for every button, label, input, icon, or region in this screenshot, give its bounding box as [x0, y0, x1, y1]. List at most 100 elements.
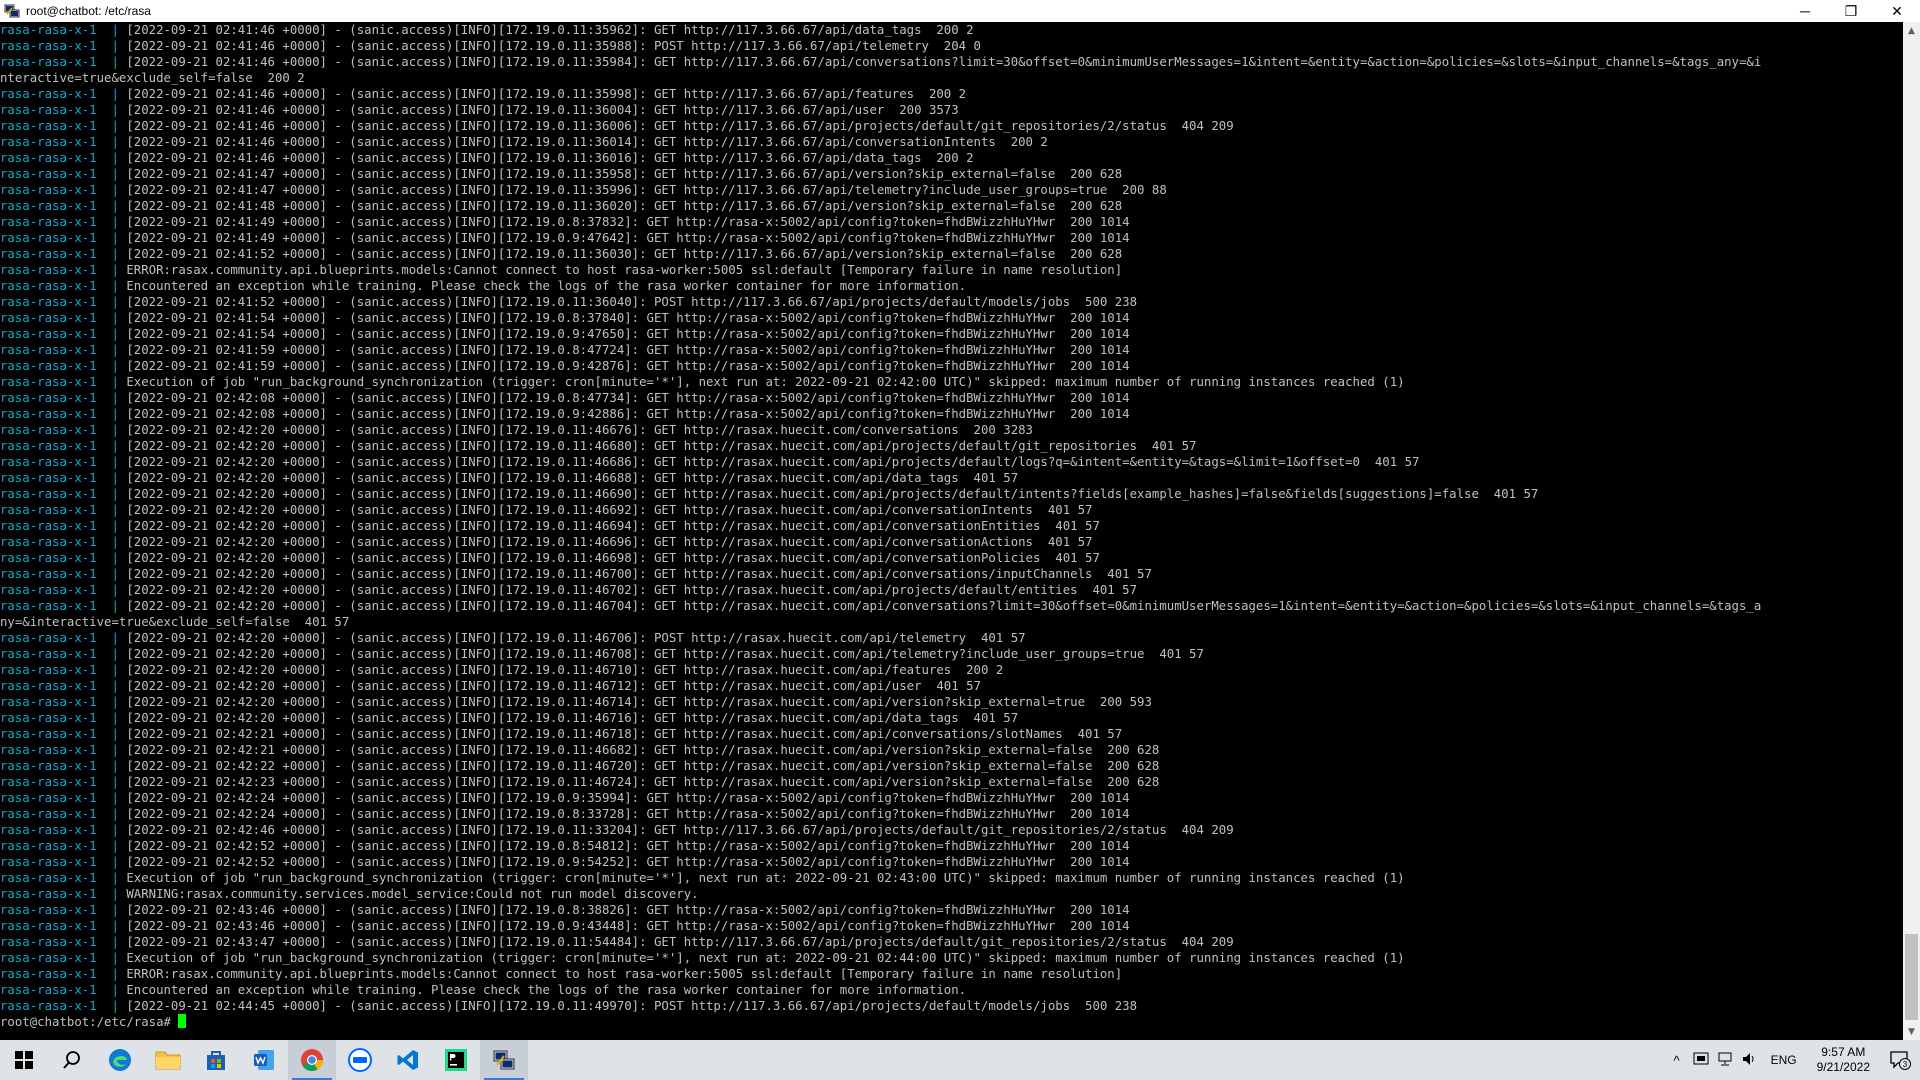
log-text: [2022-09-21 02:44:45 +0000] - (sanic.acc… — [118, 999, 1138, 1013]
log-text: [2022-09-21 02:42:20 +0000] - (sanic.acc… — [118, 503, 1093, 517]
show-hidden-icons-chevron-icon[interactable]: ^ — [1665, 1053, 1689, 1068]
log-line: rasa-rasa-x-1 | [2022-09-21 02:41:46 +00… — [0, 150, 1903, 166]
input-language[interactable]: ENG — [1771, 1053, 1797, 1067]
pycharm-taskbar-button[interactable] — [432, 1040, 480, 1080]
service-prefix: rasa-rasa-x-1 | — [0, 119, 119, 133]
service-prefix: rasa-rasa-x-1 | — [0, 279, 119, 293]
log-text: [2022-09-21 02:42:20 +0000] - (sanic.acc… — [118, 471, 1019, 485]
log-line: rasa-rasa-x-1 | [2022-09-21 02:43:46 +00… — [0, 918, 1903, 934]
log-text: [2022-09-21 02:41:52 +0000] - (sanic.acc… — [118, 295, 1138, 309]
log-text: [2022-09-21 02:43:47 +0000] - (sanic.acc… — [118, 935, 1234, 949]
log-line: rasa-rasa-x-1 | [2022-09-21 02:41:46 +00… — [0, 86, 1903, 102]
log-line: rasa-rasa-x-1 | [2022-09-21 02:42:20 +00… — [0, 534, 1903, 550]
log-text: [2022-09-21 02:41:52 +0000] - (sanic.acc… — [118, 247, 1123, 261]
service-prefix: rasa-rasa-x-1 | — [0, 599, 119, 613]
service-prefix: rasa-rasa-x-1 | — [0, 199, 119, 213]
log-line: rasa-rasa-x-1 | [2022-09-21 02:41:46 +00… — [0, 38, 1903, 54]
start-button[interactable] — [0, 1040, 48, 1080]
log-line: rasa-rasa-x-1 | [2022-09-21 02:41:49 +00… — [0, 230, 1903, 246]
log-line: rasa-rasa-x-1 | [2022-09-21 02:42:20 +00… — [0, 486, 1903, 502]
log-line: rasa-rasa-x-1 | [2022-09-21 02:42:08 +00… — [0, 390, 1903, 406]
log-line: rasa-rasa-x-1 | [2022-09-21 02:41:48 +00… — [0, 198, 1903, 214]
clock-date: 9/21/2022 — [1816, 1060, 1870, 1074]
log-line: rasa-rasa-x-1 | [2022-09-21 02:41:49 +00… — [0, 214, 1903, 230]
log-text: [2022-09-21 02:42:20 +0000] - (sanic.acc… — [118, 599, 1762, 613]
zalo-taskbar-button[interactable] — [336, 1040, 384, 1080]
log-text: Encountered an exception while training.… — [118, 279, 967, 293]
service-prefix: rasa-rasa-x-1 | — [0, 823, 119, 837]
security-icon[interactable] — [1689, 1051, 1713, 1070]
vscode-taskbar-button[interactable] — [384, 1040, 432, 1080]
scroll-up-arrow-icon[interactable]: ▲ — [1903, 22, 1920, 39]
file-explorer-taskbar-button[interactable] — [144, 1040, 192, 1080]
volume-icon[interactable] — [1737, 1051, 1761, 1070]
service-prefix: rasa-rasa-x-1 | — [0, 919, 119, 933]
log-text: [2022-09-21 02:42:20 +0000] - (sanic.acc… — [118, 487, 1539, 501]
clock[interactable]: 9:57 AM 9/21/2022 — [1817, 1045, 1870, 1075]
service-prefix: rasa-rasa-x-1 | — [0, 743, 119, 757]
search-button[interactable] — [48, 1040, 96, 1080]
log-text: [2022-09-21 02:41:46 +0000] - (sanic.acc… — [118, 135, 1048, 149]
vertical-scrollbar[interactable]: ▲ ▼ — [1903, 22, 1920, 1040]
terminal-window[interactable]: root@chatbot: /etc/rasa ─ ❐ ✕ rasa-rasa-… — [0, 0, 1920, 1040]
service-prefix: rasa-rasa-x-1 | — [0, 327, 119, 341]
log-line: rasa-rasa-x-1 | [2022-09-21 02:41:46 +00… — [0, 102, 1903, 118]
shell-prompt-line[interactable]: root@chatbot:/etc/rasa# — [0, 1014, 1903, 1030]
vscode-icon — [397, 1050, 418, 1070]
edge-taskbar-button[interactable] — [96, 1040, 144, 1080]
log-text: [2022-09-21 02:41:54 +0000] - (sanic.acc… — [118, 327, 1130, 341]
log-line: rasa-rasa-x-1 | [2022-09-21 02:42:20 +00… — [0, 438, 1903, 454]
notification-count: 3 — [1903, 1060, 1908, 1069]
service-prefix: rasa-rasa-x-1 | — [0, 455, 119, 469]
service-prefix: rasa-rasa-x-1 | — [0, 711, 119, 725]
log-line: rasa-rasa-x-1 | [2022-09-21 02:42:20 +00… — [0, 566, 1903, 582]
close-button[interactable]: ✕ — [1874, 0, 1920, 22]
log-line: ny=&interactive=true&exclude_self=false … — [0, 614, 1903, 630]
log-text: [2022-09-21 02:41:46 +0000] - (sanic.acc… — [118, 39, 981, 53]
log-text: [2022-09-21 02:42:20 +0000] - (sanic.acc… — [118, 519, 1100, 533]
putty-taskbar-button[interactable] — [480, 1040, 528, 1080]
log-text: [2022-09-21 02:42:20 +0000] - (sanic.acc… — [118, 679, 981, 693]
service-prefix: rasa-rasa-x-1 | — [0, 311, 119, 325]
chrome-taskbar-button[interactable] — [288, 1040, 336, 1080]
log-line: rasa-rasa-x-1 | [2022-09-21 02:42:52 +00… — [0, 854, 1903, 870]
service-prefix: rasa-rasa-x-1 | — [0, 903, 119, 917]
terminal-output[interactable]: rasa-rasa-x-1 | [2022-09-21 02:41:46 +00… — [0, 22, 1903, 1040]
folder-icon — [155, 1051, 181, 1070]
maximize-button[interactable]: ❐ — [1828, 0, 1874, 22]
service-prefix: rasa-rasa-x-1 | — [0, 631, 119, 645]
log-text: [2022-09-21 02:42:23 +0000] - (sanic.acc… — [118, 775, 1160, 789]
shell-prompt: root@chatbot:/etc/rasa# — [0, 1015, 179, 1029]
log-line: rasa-rasa-x-1 | [2022-09-21 02:42:20 +00… — [0, 470, 1903, 486]
network-icon[interactable] — [1713, 1051, 1737, 1070]
log-line: nteractive=true&exclude_self=false 200 2 — [0, 70, 1903, 86]
scroll-down-arrow-icon[interactable]: ▼ — [1903, 1023, 1920, 1040]
service-prefix: rasa-rasa-x-1 | — [0, 983, 119, 997]
log-text: Execution of job "run_background_synchro… — [118, 871, 1405, 885]
service-prefix: rasa-rasa-x-1 | — [0, 535, 119, 549]
log-text: [2022-09-21 02:43:46 +0000] - (sanic.acc… — [118, 903, 1130, 917]
word-taskbar-button[interactable] — [240, 1040, 288, 1080]
text-cursor — [178, 1014, 187, 1028]
service-prefix: rasa-rasa-x-1 | — [0, 695, 119, 709]
log-text: [2022-09-21 02:42:20 +0000] - (sanic.acc… — [118, 631, 1026, 645]
title-bar[interactable]: root@chatbot: /etc/rasa ─ ❐ ✕ — [0, 0, 1920, 22]
log-line: rasa-rasa-x-1 | [2022-09-21 02:43:47 +00… — [0, 934, 1903, 950]
service-prefix: rasa-rasa-x-1 | — [0, 151, 119, 165]
service-prefix: rasa-rasa-x-1 | — [0, 519, 119, 533]
log-text: [2022-09-21 02:42:24 +0000] - (sanic.acc… — [118, 791, 1130, 805]
chrome-icon — [301, 1049, 323, 1071]
service-prefix: rasa-rasa-x-1 | — [0, 791, 119, 805]
log-line: rasa-rasa-x-1 | [2022-09-21 02:41:59 +00… — [0, 342, 1903, 358]
service-prefix: rasa-rasa-x-1 | — [0, 887, 119, 901]
service-prefix: rasa-rasa-x-1 | — [0, 55, 119, 69]
service-prefix: rasa-rasa-x-1 | — [0, 503, 119, 517]
store-taskbar-button[interactable] — [192, 1040, 240, 1080]
zalo-icon — [348, 1048, 372, 1072]
windows-start-icon — [15, 1051, 33, 1069]
scrollbar-thumb[interactable] — [1905, 934, 1918, 1020]
notification-center-button[interactable]: 3 — [1880, 1040, 1920, 1080]
minimize-button[interactable]: ─ — [1782, 0, 1828, 22]
service-prefix: rasa-rasa-x-1 | — [0, 855, 119, 869]
service-prefix: rasa-rasa-x-1 | — [0, 775, 119, 789]
